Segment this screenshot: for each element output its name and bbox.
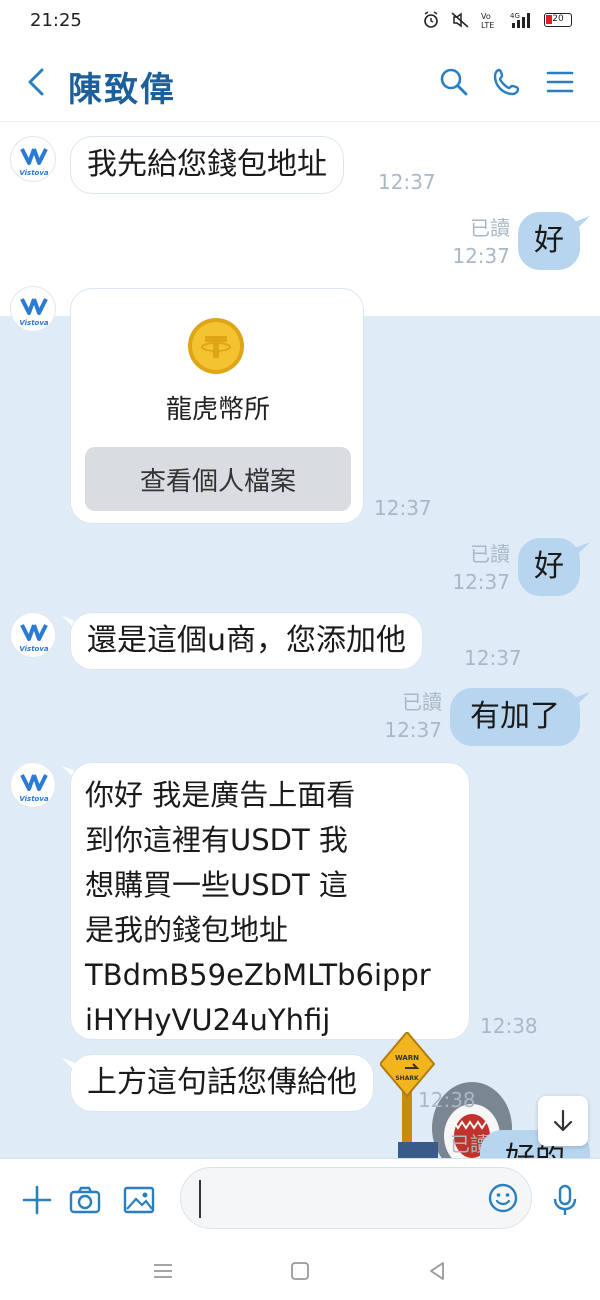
input-bar [0,1158,600,1242]
message-time: 12:37 [452,570,510,594]
battery-icon: 20 [544,13,572,27]
sticker-sign-bottom: SHARK [395,1075,419,1082]
phone-icon[interactable] [491,66,523,98]
incoming-message[interactable]: 還是這個u商，您添加他 [70,612,424,670]
camera-icon[interactable] [68,1183,102,1217]
read-receipt: 已讀 [402,690,442,714]
message-line: 想購買一些USDT 這 [85,868,348,902]
svg-text:LTE: LTE [481,21,494,29]
chat-title: 陳致偉 [68,70,176,110]
scroll-to-bottom-button[interactable] [538,1096,588,1146]
avatar[interactable]: Vistova [10,286,56,332]
status-bar: 21:25 Vo LTE 4G 20 [0,0,600,44]
svg-text:4G: 4G [510,12,520,20]
avatar-logo-text: Vistova [19,319,49,327]
message-line: 是我的錢包地址 [85,913,289,947]
alarm-icon [424,11,438,28]
incoming-message[interactable]: 你好 我是廣告上面看 到你這裡有USDT 我 想購買一些USDT 這 是我的錢包… [70,762,470,1040]
chat-header: 陳致偉 [0,44,600,122]
read-receipt: 已讀 [470,216,510,240]
outgoing-message[interactable]: 有加了 [450,688,580,746]
volte-icon: VoLTE [481,12,494,29]
plus-icon[interactable] [20,1183,54,1217]
message-time: 12:37 [378,170,436,194]
system-nav-bar [0,1242,600,1300]
battery-level: 20 [552,14,564,24]
search-icon[interactable] [438,66,470,98]
microphone-icon[interactable] [548,1183,582,1217]
message-line: TBdmB59eZbMLTb6ippr [85,958,431,992]
message-time: 12:37 [374,496,432,520]
recent-apps-icon[interactable] [150,1258,176,1284]
message-time: 12:38 [418,1088,476,1112]
menu-icon[interactable] [544,66,576,98]
contact-card[interactable]: 龍虎幣所 查看個人檔案 [70,288,364,524]
status-time: 21:25 [30,10,82,31]
incoming-message[interactable]: 我先給您錢包地址 [70,136,344,194]
message-input[interactable] [199,1178,479,1218]
incoming-message[interactable]: 上方這句話您傳給他 [70,1054,374,1112]
avatar[interactable]: Vistova [10,762,56,808]
back-icon[interactable] [22,64,52,100]
message-input-field[interactable] [180,1167,532,1229]
avatar-logo-text: Vistova [19,795,49,803]
svg-text:Vo: Vo [481,12,491,21]
home-icon[interactable] [287,1258,313,1284]
sticker-sign-top: WARN [395,1054,419,1062]
message-time: 12:37 [464,646,522,670]
view-profile-button[interactable]: 查看個人檔案 [85,447,351,511]
message-time: 12:37 [452,244,510,268]
mute-icon [451,12,469,28]
message-line: 你好 我是廣告上面看 [85,778,356,812]
avatar-logo-text: Vistova [19,169,49,177]
back-nav-icon[interactable] [424,1258,450,1284]
tether-coin-icon [188,318,244,374]
arrow-down-icon [553,1109,573,1132]
read-receipt: 已讀 [470,542,510,566]
contact-name: 龍虎幣所 [165,395,270,425]
avatar[interactable]: Vistova [10,136,56,182]
message-time: 12:37 [384,718,442,742]
avatar[interactable]: Vistova [10,612,56,658]
emoji-icon[interactable] [487,1182,519,1214]
image-icon[interactable] [122,1183,156,1217]
message-line: 到你這裡有USDT 我 [85,823,348,857]
outgoing-message[interactable]: 好 [518,538,580,596]
4g-signal-icon: 4G [510,12,530,28]
outgoing-message[interactable]: 好 [518,212,580,270]
avatar-logo-text: Vistova [19,645,49,653]
chat-area[interactable]: Vistova 我先給您錢包地址 12:37 已讀 12:37 好 Vistov… [0,122,600,1158]
status-icons: Vo LTE 4G 20 [422,11,572,29]
